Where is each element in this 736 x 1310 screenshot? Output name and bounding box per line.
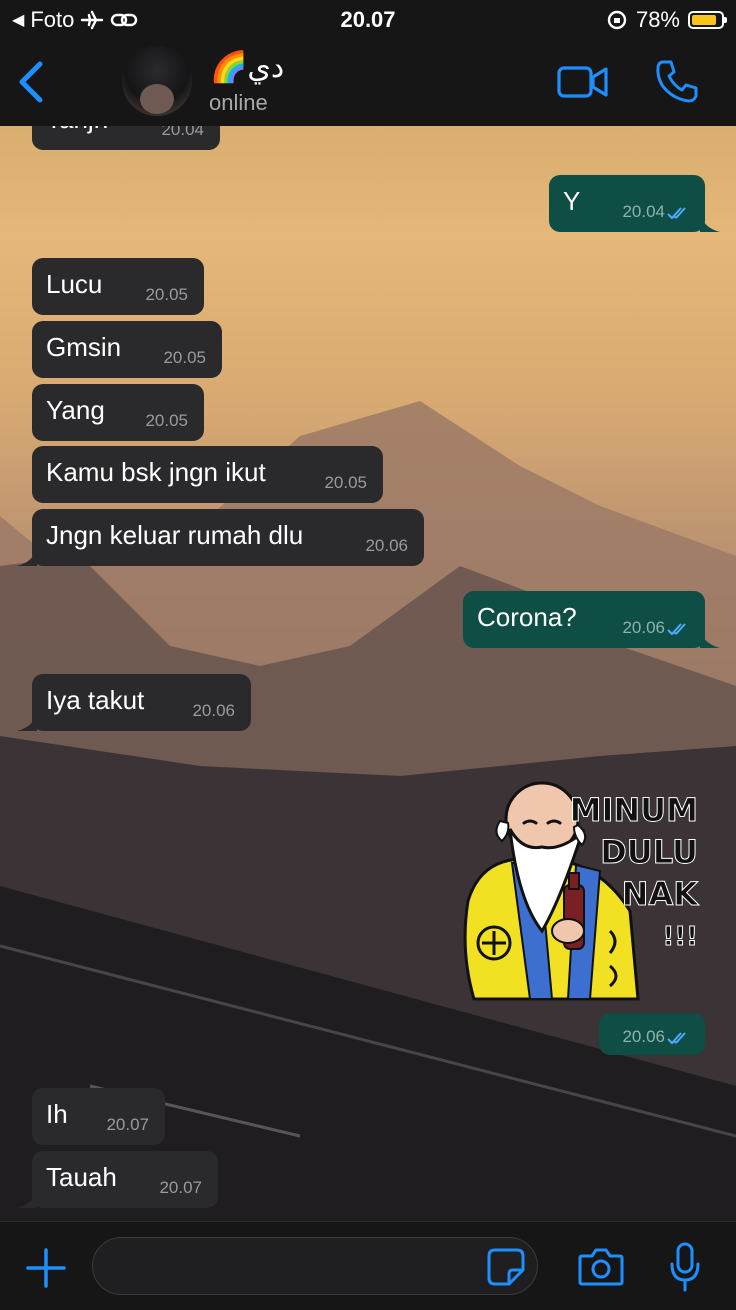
message-outgoing[interactable]: Y 20.04	[549, 175, 720, 232]
message-incoming[interactable]: Jngn keluar rumah dlu 20.06	[17, 509, 424, 566]
status-bar: ◀ Foto 20.07 78%	[0, 0, 736, 38]
camera-icon[interactable]	[578, 1246, 624, 1286]
sticker-old-man[interactable]: MINUM DULU NAK !!!	[460, 781, 710, 1011]
message-incoming[interactable]: Iya takut 20.06	[17, 674, 251, 731]
composer-bar	[0, 1221, 736, 1310]
back-chevron-icon[interactable]	[12, 58, 52, 106]
message-incoming[interactable]: Gmsin 20.05	[32, 321, 222, 378]
read-ticks-icon	[667, 623, 686, 636]
microphone-icon[interactable]	[668, 1242, 702, 1292]
chat-area[interactable]: Tanjn 20.04 Y 20.04 Lucu 20.05 Gmsin 20.…	[0, 126, 736, 1221]
sticker-timestamp: 20.06	[599, 1013, 705, 1055]
sticker-icon[interactable]	[487, 1248, 525, 1286]
message-outgoing[interactable]: Corona? 20.06	[463, 591, 720, 648]
sticker-caption-line: NAK	[622, 875, 700, 913]
sticker-caption-line: !!!	[662, 922, 698, 952]
read-ticks-icon	[667, 1032, 686, 1045]
plus-icon[interactable]	[26, 1248, 66, 1288]
battery-icon	[688, 11, 727, 29]
message-incoming[interactable]: Lucu 20.05	[32, 258, 204, 315]
bubble-tail	[17, 1190, 37, 1208]
bubble-tail	[700, 214, 720, 232]
bubble-tail	[17, 713, 37, 731]
sticker-caption-line: MINUM	[570, 791, 698, 829]
message-incoming[interactable]: Yang 20.05	[32, 384, 204, 441]
message-incoming[interactable]: Ih 20.07	[32, 1088, 165, 1145]
message-incoming[interactable]: Kamu bsk jngn ikut 20.05	[32, 446, 383, 503]
video-call-icon[interactable]	[557, 64, 609, 100]
phone-call-icon[interactable]	[654, 58, 700, 104]
battery-percent: 78%	[635, 7, 680, 32]
message-input[interactable]	[92, 1237, 538, 1295]
bubble-tail	[700, 630, 720, 648]
bubble-tail	[17, 548, 37, 566]
avatar[interactable]	[122, 46, 192, 116]
read-ticks-icon	[667, 207, 686, 220]
contact-status: online	[209, 90, 268, 115]
chat-header: 🌈دي online	[0, 38, 736, 127]
message-incoming[interactable]: Tanjn 20.04	[32, 126, 220, 150]
message-incoming[interactable]: Tauah 20.07	[17, 1151, 218, 1208]
sticker-caption-line: DULU	[600, 833, 698, 871]
rotation-lock-icon	[607, 10, 627, 30]
contact-name[interactable]: 🌈دي	[210, 50, 284, 85]
